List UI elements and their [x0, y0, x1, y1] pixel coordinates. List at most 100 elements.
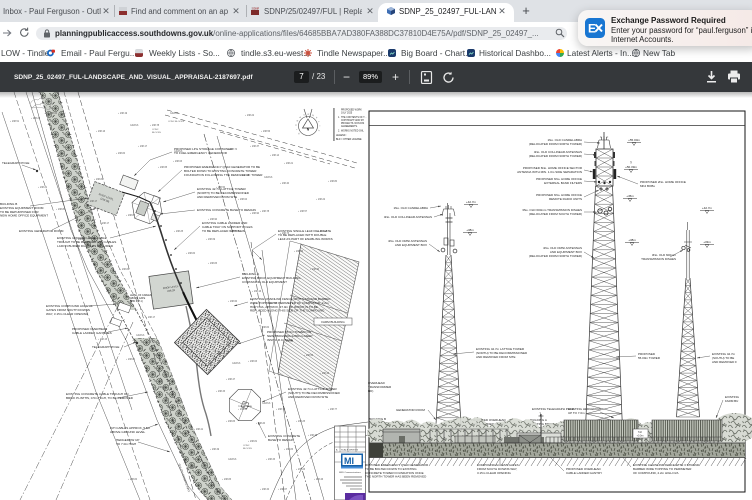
svg-text:C: C	[318, 129, 321, 132]
svg-text:238.63: 238.63	[175, 161, 183, 163]
svg-text:238.82: 238.82	[128, 215, 136, 217]
svg-text:238.16: 238.16	[98, 131, 106, 133]
svg-text:TRANSMISSION DISHES: TRANSMISSION DISHES	[641, 257, 676, 261]
svg-text:TO BE REPLACED WITH NEW: TO BE REPLACED WITH NEW	[202, 229, 245, 233]
svg-text:TO FUEL EMERGENCY GENERATOR: TO FUEL EMERGENCY GENERATOR	[174, 151, 228, 155]
svg-text:238.37: 238.37	[252, 146, 260, 148]
svg-text:238.84: 238.84	[130, 479, 138, 481]
svg-text:238.23: 238.23	[298, 469, 306, 471]
svg-text:238.33: 238.33	[218, 391, 226, 393]
svg-text:FARM BUILDING: FARM BUILDING	[321, 320, 345, 324]
svg-text:FOUNDATION FOLLOWING THE REMOV: FOUNDATION FOLLOWING THE REMOVAL OF TOWE…	[184, 173, 263, 177]
svg-text:1No. OLD CANDELABRA: 1No. OLD CANDELABRA	[393, 206, 428, 210]
svg-text:238.60: 238.60	[230, 301, 238, 303]
svg-text:(RELOCATED FROM SOUTH TOWER): (RELOCATED FROM SOUTH TOWER)	[529, 212, 582, 216]
svg-text:238.25: 238.25	[176, 231, 184, 233]
svg-text:CONC: CONC	[152, 129, 159, 131]
svg-text:FARM BU: FARM BU	[725, 399, 738, 403]
svg-text:TOWER BASE: TOWER BASE	[238, 405, 252, 408]
svg-text:+55.00m: +55.00m	[628, 138, 640, 142]
svg-text:BRICK PLINTHS, 0.5m HIGH, TO B: BRICK PLINTHS, 0.5m HIGH, TO BE REMOVED	[66, 396, 134, 400]
svg-text:55.00m TOWER: 55.00m TOWER	[638, 356, 661, 360]
svg-text:LEAF AS PART OF ENABLING WORKS: LEAF AS PART OF ENABLING WORKS	[278, 237, 333, 241]
svg-text:238.90: 238.90	[252, 213, 260, 215]
svg-text:LEGEND :: LEGEND :	[336, 135, 347, 137]
svg-text:238.80: 238.80	[330, 181, 338, 183]
svg-text:+42.7m: +42.7m	[466, 200, 477, 204]
svg-text:NEW HOME OFFICE EQUIPMENT: NEW HOME OFFICE EQUIPMENT	[0, 214, 48, 218]
svg-text:238.49: 238.49	[212, 449, 220, 451]
svg-text:M: M	[312, 113, 315, 116]
svg-text:238.56: 238.56	[306, 355, 314, 357]
svg-text:MFD Communications: MFD Communications	[339, 471, 362, 474]
svg-text:(MIN 237.1): (MIN 237.1)	[130, 300, 143, 303]
svg-text:THE NORTH TOWER HAS BEEN REMOV: THE NORTH TOWER HAS BEEN REMOVED	[365, 475, 427, 479]
svg-text:238.73: 238.73	[190, 467, 198, 469]
svg-text:238.28: 238.28	[218, 353, 226, 355]
svg-text:238.57: 238.57	[300, 211, 308, 213]
svg-text:238.83: 238.83	[210, 263, 218, 265]
svg-text:GRASS: GRASS	[232, 362, 241, 365]
svg-text:238.40: 238.40	[282, 183, 290, 185]
svg-text:CABLE LADDER GANTRIES: CABLE LADDER GANTRIES	[72, 331, 112, 335]
svg-text:BLOCKS: BLOCKS	[243, 448, 252, 450]
svg-text:3.15m CLEAR OPENING: 3.15m CLEAR OPENING	[477, 471, 512, 475]
svg-text:REPLACED ALONG THIS SIDE OF TH: REPLACED ALONG THIS SIDE OF THE COMPOUND	[250, 309, 325, 313]
svg-text:238.34: 238.34	[262, 489, 270, 491]
svg-text:THE CONTENTS OF T...: THE CONTENTS OF T...	[341, 117, 367, 119]
svg-text:TELEGRAPH POLE: TELEGRAPH POLE	[92, 345, 119, 349]
svg-text:238.78: 238.78	[152, 125, 160, 127]
svg-text:+0.0m: +0.0m	[637, 435, 644, 438]
svg-text:238.69: 238.69	[208, 239, 216, 241]
svg-text:T: T	[318, 120, 321, 123]
svg-text:238.17: 238.17	[102, 223, 110, 225]
svg-text:PROJECTS. NON DIS: PROJECTS. NON DIS	[341, 123, 365, 125]
svg-text:GRASS: GRASS	[228, 458, 237, 461]
svg-text:ND): ND)	[368, 389, 373, 393]
svg-text:GRASS: GRASS	[262, 402, 271, 405]
svg-text:CABLE LADDER GANTRY: CABLE LADDER GANTRY	[566, 471, 602, 475]
svg-text:238.80: 238.80	[58, 209, 66, 211]
svg-text:BASE TO REMAIN: BASE TO REMAIN	[268, 438, 294, 442]
svg-text:238.83: 238.83	[286, 449, 294, 451]
svg-text:BLOCKS: BLOCKS	[152, 132, 161, 134]
svg-text:GRASS: GRASS	[136, 334, 145, 337]
svg-text:EXISTING CONCRETE BASE TO REMA: EXISTING CONCRETE BASE TO REMAIN	[197, 208, 256, 212]
svg-text:TO 7.0m HIGH: TO 7.0m HIGH	[116, 442, 136, 446]
svg-text:D: D	[297, 133, 300, 136]
svg-text:CONTAINING OLD EQUIPMENT: CONTAINING OLD EQUIPMENT	[242, 280, 287, 284]
svg-text:238.48: 238.48	[310, 435, 318, 437]
svg-text:238.64: 238.64	[240, 199, 248, 201]
svg-text:238.82: 238.82	[96, 179, 104, 181]
svg-text:238.33: 238.33	[268, 459, 276, 461]
svg-text:ABOVE GROUND LEVEL: ABOVE GROUND LEVEL	[110, 430, 146, 434]
svg-text:+45m: +45m	[626, 194, 634, 198]
svg-text:238.81: 238.81	[250, 441, 258, 443]
svg-text:JULY 2025: JULY 2025	[341, 113, 353, 115]
svg-text:+42.7m: +42.7m	[702, 206, 713, 210]
svg-text:238.63: 238.63	[250, 361, 258, 363]
svg-text:238.15: 238.15	[100, 339, 108, 341]
svg-text:238.83: 238.83	[224, 479, 232, 481]
svg-text:A: A	[302, 113, 305, 117]
svg-text:238.27: 238.27	[158, 387, 166, 389]
svg-text:4No. OLD COLLINEAR ANTENNAS: 4No. OLD COLLINEAR ANTENNAS	[384, 215, 432, 219]
svg-text:238.47: 238.47	[228, 379, 236, 381]
svg-text:238.56: 238.56	[263, 131, 271, 133]
svg-text:GRASS: GRASS	[170, 112, 179, 115]
svg-text:238.84: 238.84	[188, 253, 196, 255]
svg-text:AND EQUIPMENT BOX: AND EQUIPMENT BOX	[395, 243, 427, 247]
svg-text:AND REMOVED F: AND REMOVED F	[712, 360, 737, 364]
svg-text:238.21: 238.21	[40, 187, 48, 189]
svg-text:COPYRIGHT AND SH: COPYRIGHT AND SH	[341, 119, 364, 122]
svg-text:G: G	[295, 119, 298, 122]
svg-text:MK2 BOBs: MK2 BOBs	[640, 184, 655, 188]
svg-text:238.19: 238.19	[120, 113, 128, 115]
svg-text:CONC BLOCKS: CONC BLOCKS	[168, 121, 184, 123]
svg-text:EXISTING GENERATOR ROOM: EXISTING GENERATOR ROOM	[19, 229, 64, 233]
svg-text:PROPOSED WORK: PROPOSED WORK	[341, 110, 362, 112]
svg-text:DRWG N: DRWG N	[349, 450, 358, 452]
svg-text:GRASS: GRASS	[264, 176, 273, 179]
svg-text:238.83: 238.83	[228, 421, 236, 423]
svg-text:238.77: 238.77	[330, 409, 338, 411]
